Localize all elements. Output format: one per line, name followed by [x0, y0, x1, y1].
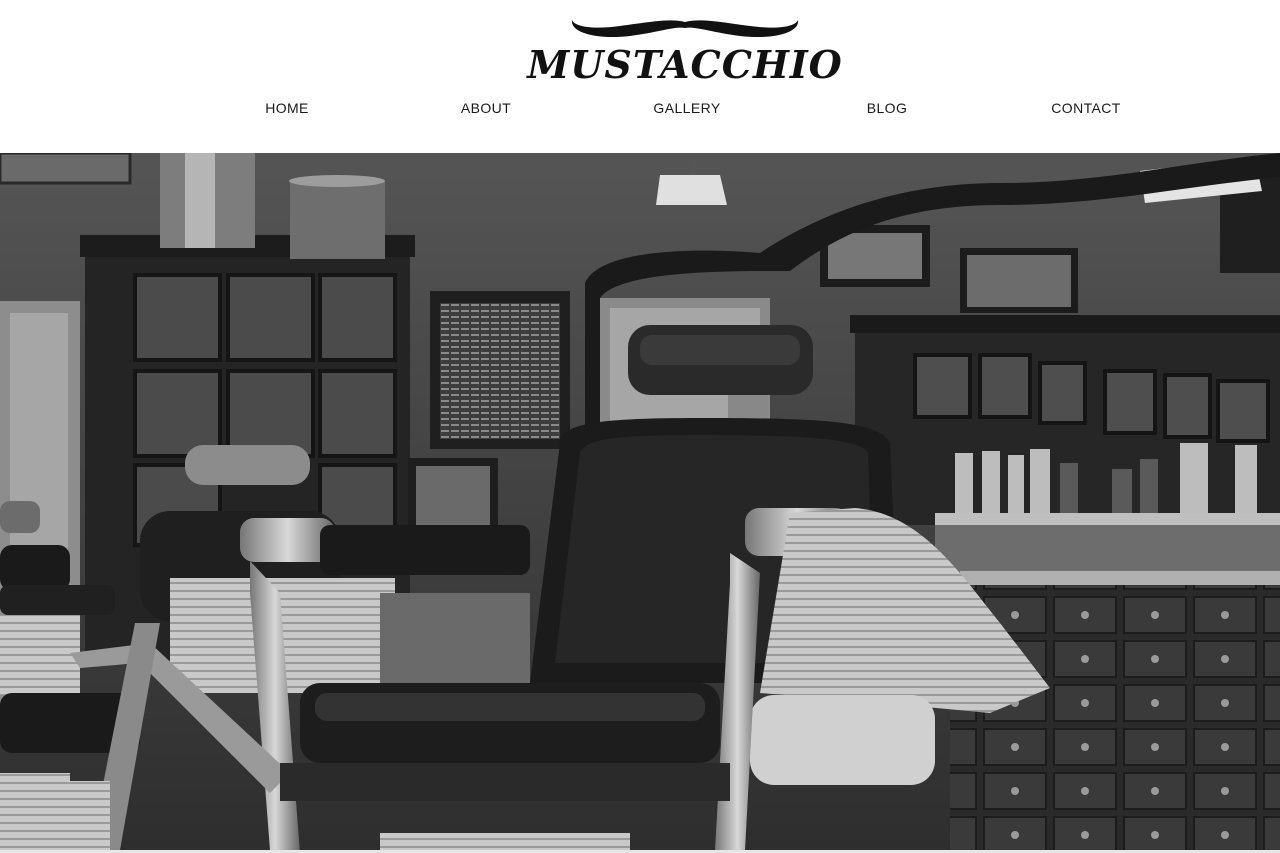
nav-gallery[interactable]: GALLERY [653, 100, 720, 116]
nav-home[interactable]: HOME [265, 100, 309, 116]
brand-logo[interactable]: MUSTACCHIO [500, 12, 870, 87]
nav-contact[interactable]: CONTACT [1051, 100, 1120, 116]
nav-about[interactable]: ABOUT [461, 100, 511, 116]
main-nav: HOME ABOUT GALLERY BLOG CONTACT [0, 100, 1280, 122]
nav-blog[interactable]: BLOG [867, 100, 908, 116]
brand-name: MUSTACCHIO [527, 42, 843, 87]
hero-image [0, 153, 1280, 850]
site-header: MUSTACCHIO HOME ABOUT GALLERY BLOG CONTA… [0, 0, 1280, 153]
